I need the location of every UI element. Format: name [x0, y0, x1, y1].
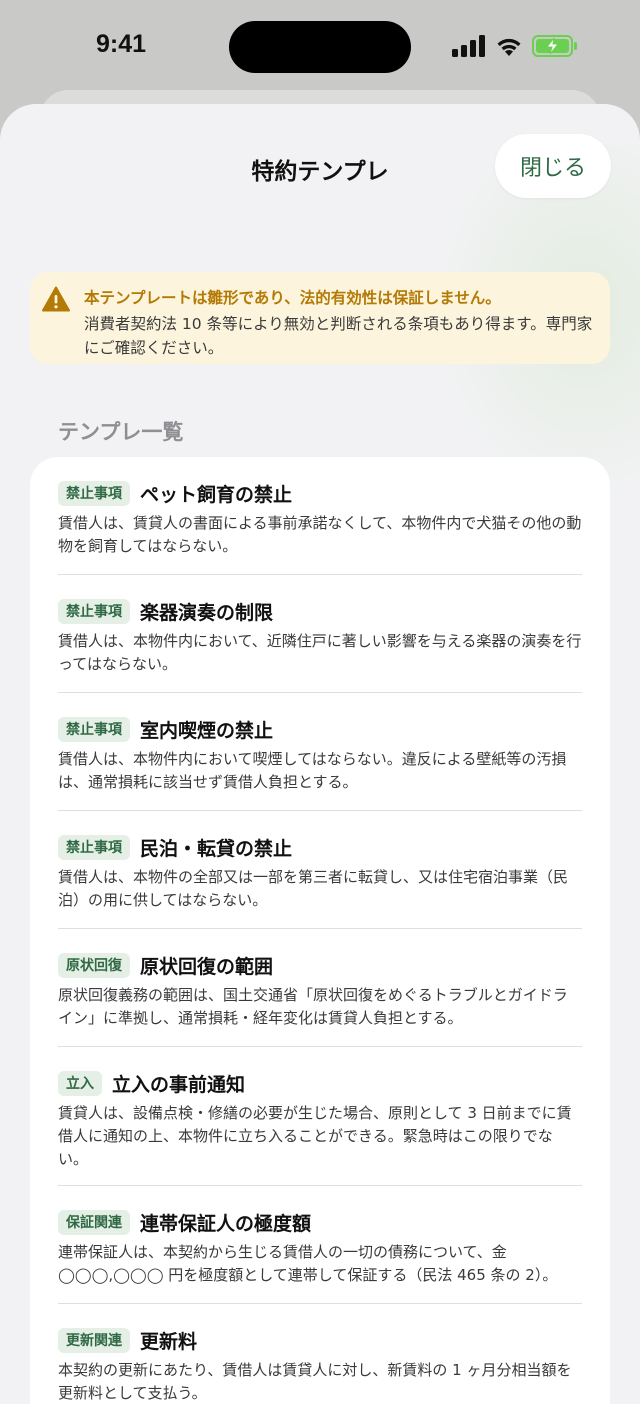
- category-tag: 禁止事項: [58, 480, 130, 506]
- category-tag: 更新関連: [58, 1327, 130, 1353]
- template-body: 賃借人は、賃貸人の書面による事前承諾なくして、本物件内で犬猫その他の動物を飼育し…: [58, 514, 582, 555]
- template-body: 連帯保証人は、本契約から生じる賃借人の一切の債務について、金 ◯◯◯,◯◯◯ 円…: [58, 1243, 558, 1284]
- template-title: ペット飼育の禁止: [140, 483, 293, 506]
- template-body: 賃貸人は、設備点検・修繕の必要が生じた場合、原則として 3 日前までに賃借人に通…: [58, 1104, 572, 1168]
- template-title: 立入の事前通知: [112, 1073, 246, 1096]
- template-title: 原状回復の範囲: [140, 955, 274, 978]
- template-list: 禁止事項 ペット飼育の禁止 賃借人は、賃貸人の書面による事前承諾なくして、本物件内…: [30, 457, 610, 1404]
- template-item-pet[interactable]: 禁止事項 ペット飼育の禁止 賃借人は、賃貸人の書面による事前承諾なくして、本物件内…: [58, 457, 582, 575]
- category-tag: 原状回復: [58, 952, 130, 978]
- template-title: 更新料: [140, 1330, 198, 1353]
- legal-warning-banner: 本テンプレートは雛形であり、法的有効性は保証しません。 消費者契約法 10 条等…: [30, 272, 610, 364]
- template-sheet: 特約テンプレ 閉じる 本テンプレートは雛形であり、法的有効性は保証しません。 消…: [0, 104, 640, 1404]
- template-body: 原状回復義務の範囲は、国土交通省「原状回復をめぐるトラブルとガイドライン」に準拠…: [58, 986, 568, 1027]
- template-body: 賃借人は、本物件の全部又は一部を第三者に転貸し、又は住宅宿泊事業（民泊）の用に供…: [58, 868, 569, 909]
- template-item-instrument[interactable]: 禁止事項 楽器演奏の制限 賃借人は、本物件内において、近隣住戸に著しい影響を与える…: [58, 575, 582, 693]
- category-tag: 禁止事項: [58, 598, 130, 624]
- template-title: 楽器演奏の制限: [140, 601, 274, 624]
- warning-title: 本テンプレートは雛形であり、法的有効性は保証しません。: [84, 289, 501, 307]
- template-item-guarantor[interactable]: 保証関連 連帯保証人の極度額 連帯保証人は、本契約から生じる賃借人の一切の債務につ…: [58, 1186, 582, 1304]
- dynamic-island: [229, 21, 411, 73]
- template-body: 本契約の更新にあたり、賃借人は賃貸人に対し、新賃料の 1 ヶ月分相当額を更新料と…: [58, 1361, 572, 1402]
- template-body: 賃借人は、本物件内において、近隣住戸に著しい影響を与える楽器の演奏を行ってはなら…: [58, 632, 582, 673]
- battery-charging-icon: [532, 35, 577, 57]
- warning-triangle-icon: [42, 286, 70, 312]
- template-item-smoking[interactable]: 禁止事項 室内喫煙の禁止 賃借人は、本物件内において喫煙してはならない。違反による…: [58, 693, 582, 811]
- category-tag: 禁止事項: [58, 834, 130, 860]
- section-label: テンプレ一覧: [58, 420, 184, 444]
- status-time: 9:41: [96, 30, 147, 58]
- category-tag: 保証関連: [58, 1209, 130, 1235]
- category-tag: 立入: [58, 1070, 102, 1096]
- wifi-icon: [497, 38, 521, 56]
- status-bar: 9:41: [0, 0, 640, 92]
- category-tag: 禁止事項: [58, 716, 130, 742]
- template-item-renewal-fee[interactable]: 更新関連 更新料 本契約の更新にあたり、賃借人は賃貸人に対し、新賃料の 1 ヶ月分…: [58, 1304, 582, 1404]
- template-title: 連帯保証人の極度額: [140, 1212, 312, 1235]
- template-item-restoration[interactable]: 原状回復 原状回復の範囲 原状回復義務の範囲は、国土交通省「原状回復をめぐるトラブ…: [58, 929, 582, 1047]
- template-title: 民泊・転貸の禁止: [140, 837, 293, 860]
- cellular-signal-icon: [452, 35, 485, 57]
- template-item-entry-notice[interactable]: 立入 立入の事前通知 賃貸人は、設備点検・修繕の必要が生じた場合、原則として 3 …: [58, 1047, 582, 1186]
- template-item-sublet[interactable]: 禁止事項 民泊・転貸の禁止 賃借人は、本物件の全部又は一部を第三者に転貸し、又は住…: [58, 811, 582, 929]
- status-icons: [452, 34, 578, 58]
- template-title: 室内喫煙の禁止: [140, 719, 274, 742]
- warning-body: 消費者契約法 10 条等により無効と判断される条項もあり得ます。専門家にご確認く…: [84, 315, 593, 357]
- close-button[interactable]: 閉じる: [495, 134, 611, 198]
- template-body: 賃借人は、本物件内において喫煙してはならない。違反による壁紙等の汚損は、通常損耗…: [58, 750, 567, 791]
